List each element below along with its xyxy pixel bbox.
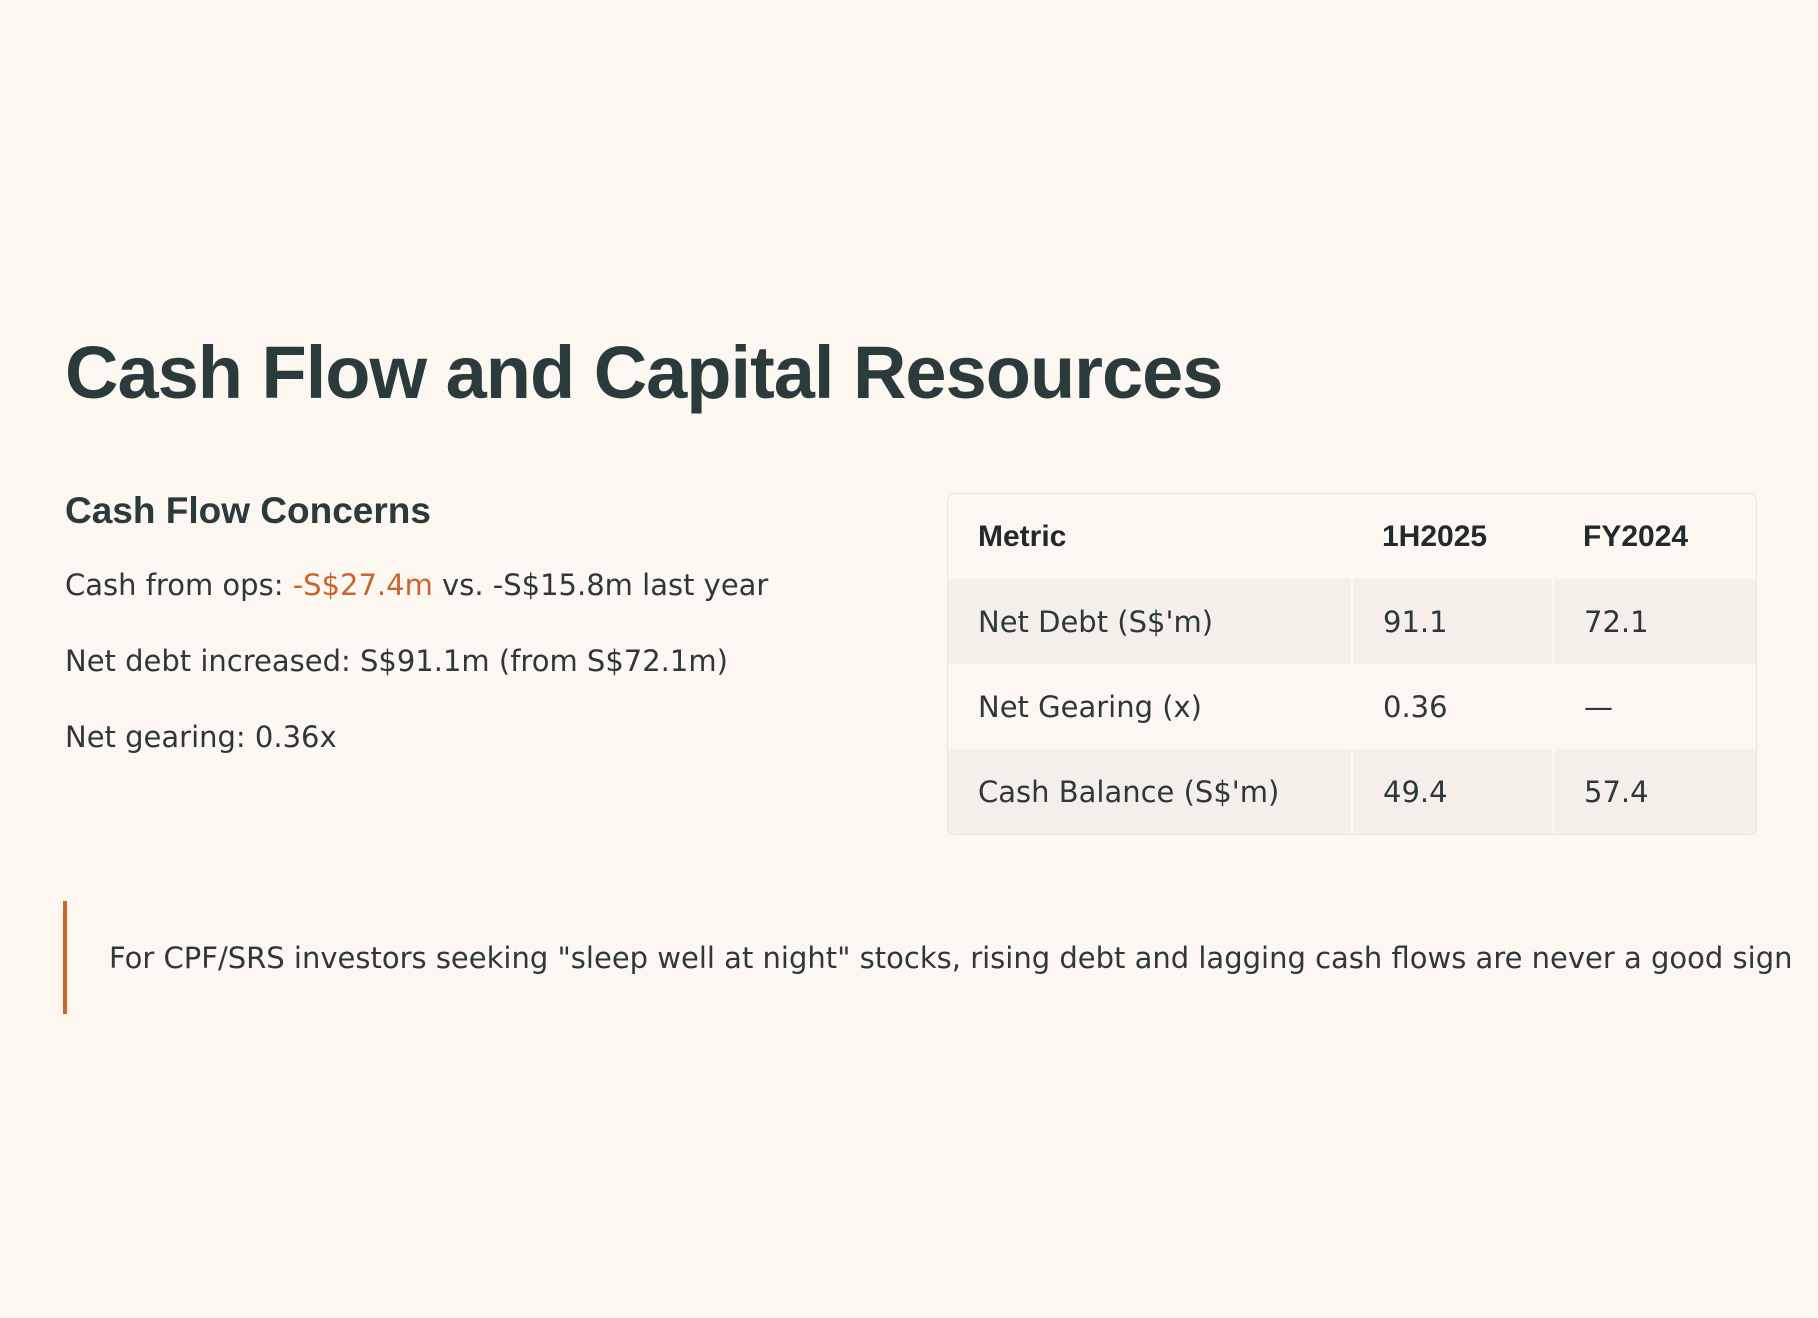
table-cell: Cash Balance (S$'m) (948, 749, 1352, 834)
table-row: Net Gearing (x) 0.36 — (948, 664, 1756, 749)
quote-text: For CPF/SRS investors seeking "sleep wel… (109, 940, 1793, 975)
highlight-value: -S$27.4m (292, 568, 433, 602)
table-cell: 57.4 (1552, 749, 1756, 834)
table-row: Cash Balance (S$'m) 49.4 57.4 (948, 749, 1756, 834)
table-cell: 49.4 (1351, 749, 1553, 834)
table-header-row: Metric 1H2025 FY2024 (948, 494, 1756, 579)
table-cell: Net Debt (S$'m) (948, 579, 1352, 664)
metrics-table: Metric 1H2025 FY2024 Net Debt (S$'m) 91.… (948, 494, 1756, 834)
table-row: Net Debt (S$'m) 91.1 72.1 (948, 579, 1756, 664)
table-cell: 0.36 (1351, 664, 1553, 749)
point-net-debt: Net debt increased: S$91.1m (from S$72.1… (65, 644, 728, 678)
point-rest: vs. -S$15.8m last year (432, 568, 769, 602)
column-header: FY2024 (1583, 519, 1689, 553)
section-heading: Cash Flow Concerns (65, 490, 431, 531)
page-title: Cash Flow and Capital Resources (65, 331, 1223, 414)
column-header: Metric (978, 519, 1067, 553)
slide: Cash Flow and Capital Resources Cash Flo… (0, 0, 1818, 1318)
point-label: Cash from ops: (65, 568, 293, 602)
metrics-table-card: Metric 1H2025 FY2024 Net Debt (S$'m) 91.… (947, 493, 1757, 835)
column-header: 1H2025 (1382, 519, 1488, 553)
cash-flow-concerns-section: Cash Flow Concerns Cash from ops: -S$27.… (65, 490, 885, 796)
point-cash-from-ops: Cash from ops: -S$27.4m vs. -S$15.8m las… (65, 568, 885, 602)
table-cell: Net Gearing (x) (948, 664, 1352, 749)
table-cell: 91.1 (1351, 579, 1553, 664)
point-net-gearing: Net gearing: 0.36x (65, 720, 337, 754)
callout-quote: For CPF/SRS investors seeking "sleep wel… (63, 901, 1793, 1014)
table-cell: 72.1 (1552, 579, 1756, 664)
table-cell: — (1552, 664, 1756, 749)
